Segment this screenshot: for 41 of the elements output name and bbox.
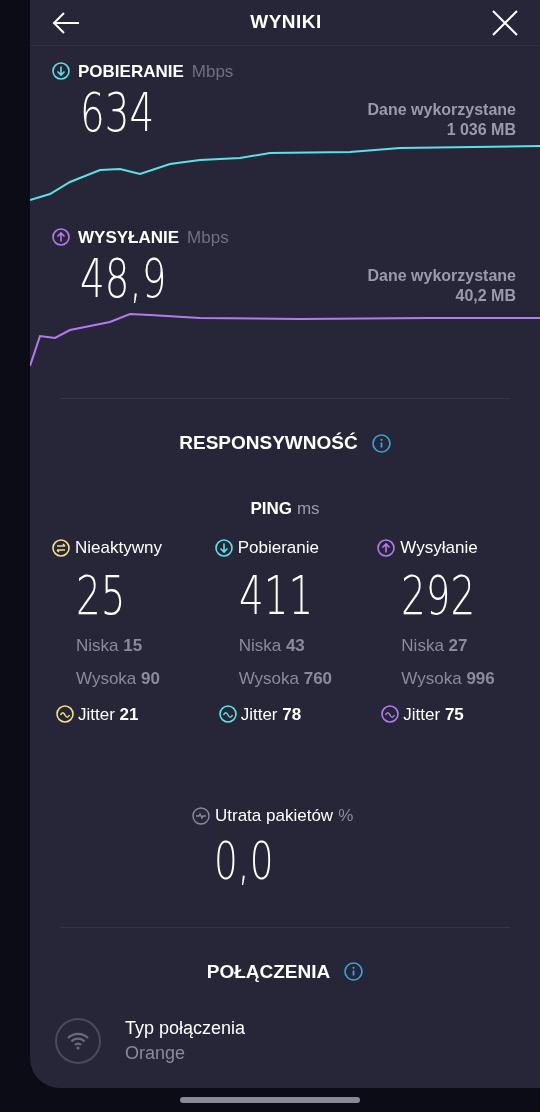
connection-label: Typ połączenia (125, 1017, 246, 1040)
wifi-icon (55, 1018, 101, 1064)
ping-category-label: Wysyłanie (400, 537, 478, 559)
ping-high: Wysoka 996 (400, 668, 496, 690)
data-used-label: Dane wykorzystane (367, 100, 516, 120)
ping-label: PING (250, 497, 292, 520)
back-arrow-icon[interactable] (52, 10, 80, 35)
jitter-value: Jitter 75 (403, 703, 464, 726)
speed-unit: Mbps (187, 228, 229, 246)
speed-unit: Mbps (191, 62, 234, 80)
section-title: RESPONSYWNOŚĆ (179, 431, 358, 455)
data-used-value: 40,2 MB (455, 286, 516, 306)
ping-high: Wysoka 90 (75, 668, 161, 690)
speed-value: 634 (80, 86, 155, 140)
jitter-value: Jitter 78 (240, 703, 302, 726)
ping-low: Niska 15 (75, 634, 144, 657)
packet-loss-label: Utrata pakietów (215, 805, 334, 827)
packet-loss-value: 0,0 (214, 834, 274, 887)
info-icon[interactable] (344, 962, 364, 982)
section-title: POŁĄCZENIA (206, 959, 331, 984)
speed-label: WYSYŁANIE (78, 228, 180, 246)
jitter-value: Jitter 21 (78, 703, 139, 726)
ping-low: Niska 27 (400, 634, 469, 657)
speed-value: 48,9 (80, 252, 167, 306)
data-used-label: Dane wykorzystane (367, 266, 516, 286)
packet-loss-icon (192, 806, 210, 825)
ping-value: 25 (76, 568, 126, 623)
ping-unit: ms (296, 497, 320, 520)
ping-value: 292 (401, 568, 476, 623)
connection-value: Orange (125, 1042, 187, 1065)
info-icon[interactable] (371, 433, 391, 453)
close-icon[interactable] (492, 9, 518, 36)
packet-loss-unit: % (338, 805, 354, 827)
ping-category-label: Pobieranie (237, 537, 319, 559)
data-used-value: 1 036 MB (446, 120, 516, 140)
ping-value: 411 (238, 568, 313, 623)
ping-high: Wysoka 760 (237, 668, 334, 690)
window-title: WYNIKI (250, 10, 322, 35)
ping-low: Niska 43 (237, 634, 306, 657)
ping-category-label: Nieaktywny (75, 537, 162, 559)
speed-label: POBIERANIE (78, 62, 184, 80)
